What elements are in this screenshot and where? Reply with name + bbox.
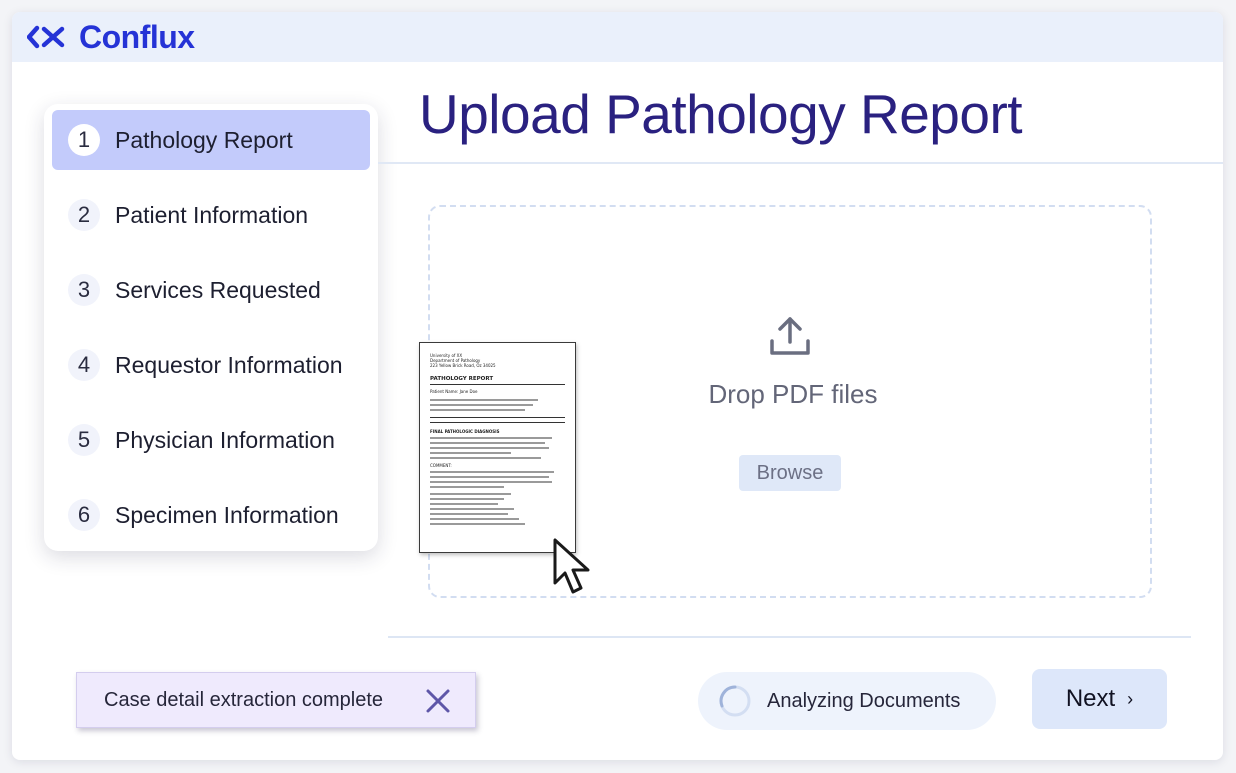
doc-divider xyxy=(430,417,565,418)
brand-name: Conflux xyxy=(79,18,195,55)
doc-patient-line: Patient Name: Jane Doe xyxy=(430,389,478,394)
step-requestor-information[interactable]: 4 Requestor Information xyxy=(52,335,370,395)
browse-button[interactable]: Browse xyxy=(739,455,841,491)
doc-text-block xyxy=(430,493,565,525)
analyzing-status: Analyzing Documents xyxy=(698,672,996,730)
toast-message: Case detail extraction complete xyxy=(104,688,384,711)
doc-divider xyxy=(430,384,565,385)
step-label: Pathology Report xyxy=(115,126,293,153)
step-specimen-information[interactable]: 6 Specimen Information xyxy=(52,485,370,545)
chevron-right-icon: › xyxy=(1127,688,1134,709)
step-patient-information[interactable]: 2 Patient Information xyxy=(52,185,370,245)
app-window: Conflux 1 Pathology Report 2 Patient Inf… xyxy=(12,12,1223,760)
conflux-logo-icon xyxy=(27,25,67,49)
page-title: Upload Pathology Report xyxy=(419,83,1023,145)
step-number: 3 xyxy=(68,274,100,306)
pathology-report-thumbnail[interactable]: University of XX Department of Pathology… xyxy=(419,342,576,553)
footer-divider xyxy=(388,636,1191,638)
top-bar: Conflux xyxy=(12,12,1223,62)
steps-sidebar: 1 Pathology Report 2 Patient Information… xyxy=(44,104,378,551)
spinner-icon xyxy=(718,684,752,718)
doc-text-block xyxy=(430,437,565,459)
step-label: Requestor Information xyxy=(115,351,343,378)
step-pathology-report[interactable]: 1 Pathology Report xyxy=(52,110,370,170)
title-divider xyxy=(378,162,1223,164)
doc-title: PATHOLOGY REPORT xyxy=(430,376,494,382)
step-label: Services Requested xyxy=(115,276,321,303)
upload-icon xyxy=(769,315,811,357)
step-label: Physician Information xyxy=(115,426,335,453)
dropzone-text: Drop PDF files xyxy=(708,379,878,409)
step-number: 1 xyxy=(68,124,100,156)
doc-header-line: 223 Yellow Brick Road, Oz 34025 xyxy=(430,363,496,368)
next-label: Next xyxy=(1065,685,1116,712)
step-physician-information[interactable]: 5 Physician Information xyxy=(52,410,370,470)
step-number: 4 xyxy=(68,349,100,381)
step-label: Specimen Information xyxy=(115,501,339,528)
close-icon[interactable] xyxy=(425,688,451,714)
doc-section-title: FINAL PATHOLOGIC DIAGNOSIS xyxy=(430,429,500,434)
doc-text-block xyxy=(430,399,565,411)
step-label: Patient Information xyxy=(115,201,309,228)
step-number: 5 xyxy=(68,424,100,456)
doc-comment-label: COMMENT: xyxy=(430,463,452,468)
step-number: 2 xyxy=(68,199,100,231)
extraction-complete-toast: Case detail extraction complete xyxy=(76,672,476,728)
status-text: Analyzing Documents xyxy=(767,689,961,712)
step-services-requested[interactable]: 3 Services Requested xyxy=(52,260,370,320)
mouse-cursor-icon xyxy=(552,537,598,597)
step-number: 6 xyxy=(68,499,100,531)
doc-text-block xyxy=(430,471,565,488)
next-button[interactable]: Next › xyxy=(1032,669,1167,729)
doc-divider xyxy=(430,422,565,423)
